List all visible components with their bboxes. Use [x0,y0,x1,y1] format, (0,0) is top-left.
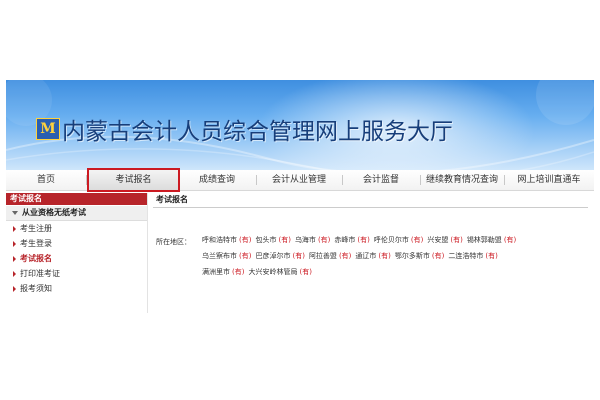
caret-down-icon [12,210,18,215]
sidebar-item-label: 打印准考证 [20,269,60,278]
availability-badge: (有) [299,268,312,276]
site-title: 内蒙古会计人员综合管理网上服务大厅 [62,119,453,145]
region-name: 巴彦淖尔市 [255,252,291,260]
arrow-right-icon [13,256,16,262]
sidebar-header: 考试报名 [6,193,147,205]
region-name: 兴安盟 [427,236,449,244]
nav-exam-registration[interactable]: 考试报名 [87,168,180,192]
availability-badge: (有) [485,252,498,260]
nav-continuing-education[interactable]: 继续教育情况查询 [420,170,504,190]
availability-badge: (有) [410,236,424,244]
availability-badge: (有) [450,236,463,244]
region-name: 通辽市 [355,252,377,260]
region-link[interactable]: 大兴安岭林管局 (有) [248,265,311,279]
availability-badge: (有) [292,252,305,260]
region-name: 二连浩特市 [448,252,484,260]
region-link[interactable]: 锡林郭勒盟 (有) [467,233,516,247]
availability-badge: (有) [239,236,252,244]
availability-badge: (有) [357,236,370,244]
region-name: 呼伦贝尔市 [373,236,409,244]
arrow-right-icon [13,241,16,247]
main-content: 考试报名 所在地区： 呼和浩特市 (有) 包头市 (有) 乌海市 (有) 赤峰市 (有) 呼伦贝… [153,193,594,313]
sidebar-item-label: 考试报名 [20,254,52,263]
header-banner: M 内蒙古会计人员综合管理网上服务大厅 [6,80,594,170]
region-name: 满洲里市 [202,268,230,276]
region-link[interactable]: 赤峰市 (有) [334,233,369,247]
region-link[interactable]: 呼伦贝尔市 (有) [374,233,423,247]
region-name: 阿拉善盟 [308,252,337,260]
availability-badge: (有) [431,252,445,260]
sidebar-item-register[interactable]: 考生注册 [6,221,147,236]
sidebar-item-label: 考生注册 [20,224,52,233]
region-label: 所在地区： [156,238,191,246]
sidebar-item-exam-registration[interactable]: 考试报名 [6,251,147,266]
nav-home[interactable]: 首页 [6,170,86,190]
arrow-right-icon [13,286,16,292]
region-list: 呼和浩特市 (有) 包头市 (有) 乌海市 (有) 赤峰市 (有) 呼伦贝尔市 (有) 兴安盟 (有)… [202,233,532,281]
sidebar-item-label: 报考须知 [20,284,52,293]
region-name: 赤峰市 [334,236,356,244]
region-link[interactable]: 呼和浩特市 (有) [202,233,251,247]
region-link[interactable]: 巴彦淖尔市 (有) [255,249,304,263]
site-container: M 内蒙古会计人员综合管理网上服务大厅 首页 成绩查询 会计从业管理 会计监督 … [6,80,594,313]
site-logo: M [36,118,60,140]
availability-badge: (有) [378,252,391,260]
sidebar-group-label: 从业资格无纸考试 [22,208,86,217]
nav-supervision[interactable]: 会计监督 [342,170,420,190]
region-name: 包头市 [255,236,277,244]
region-link[interactable]: 二连浩特市 (有) [448,249,497,263]
sidebar: 考试报名 从业资格无纸考试 考生注册 考生登录 考试报名 打印准考证 报考须知 [6,193,148,313]
region-link[interactable]: 满洲里市 (有) [202,265,244,279]
availability-badge: (有) [239,252,252,260]
nav-practice-management[interactable]: 会计从业管理 [256,170,342,190]
sidebar-item-login[interactable]: 考生登录 [6,236,147,251]
sidebar-item-exam-notice[interactable]: 报考须知 [6,281,147,296]
region-link[interactable]: 兴安盟 (有) [427,233,462,247]
nav-online-training[interactable]: 网上培训直通车 [504,170,594,190]
arrow-right-icon [13,226,16,232]
nav-score-query[interactable]: 成绩查询 [178,170,256,190]
region-name: 锡林郭勒盟 [466,236,502,244]
region-link[interactable]: 通辽市 (有) [355,249,390,263]
availability-badge: (有) [232,268,245,276]
region-link[interactable]: 鄂尔多斯市 (有) [395,249,444,263]
region-name: 大兴安岭林管局 [248,268,298,276]
section-title: 考试报名 [153,193,588,208]
region-name: 鄂尔多斯市 [394,252,430,260]
region-link[interactable]: 包头市 (有) [255,233,290,247]
arrow-right-icon [13,271,16,277]
region-link[interactable]: 乌海市 (有) [295,233,330,247]
availability-badge: (有) [338,252,352,260]
sidebar-group[interactable]: 从业资格无纸考试 [6,206,147,221]
region-name: 乌兰察布市 [202,252,237,260]
page: M 内蒙古会计人员综合管理网上服务大厅 首页 成绩查询 会计从业管理 会计监督 … [0,0,600,400]
region-link[interactable]: 乌兰察布市 (有) [202,249,251,263]
region-name: 乌海市 [294,236,316,244]
sidebar-item-label: 考生登录 [20,239,52,248]
region-name: 呼和浩特市 [202,236,237,244]
availability-badge: (有) [278,236,291,244]
region-link[interactable]: 阿拉善盟 (有) [309,249,351,263]
sidebar-item-print-admission[interactable]: 打印准考证 [6,266,147,281]
availability-badge: (有) [503,236,517,244]
availability-badge: (有) [317,236,331,244]
